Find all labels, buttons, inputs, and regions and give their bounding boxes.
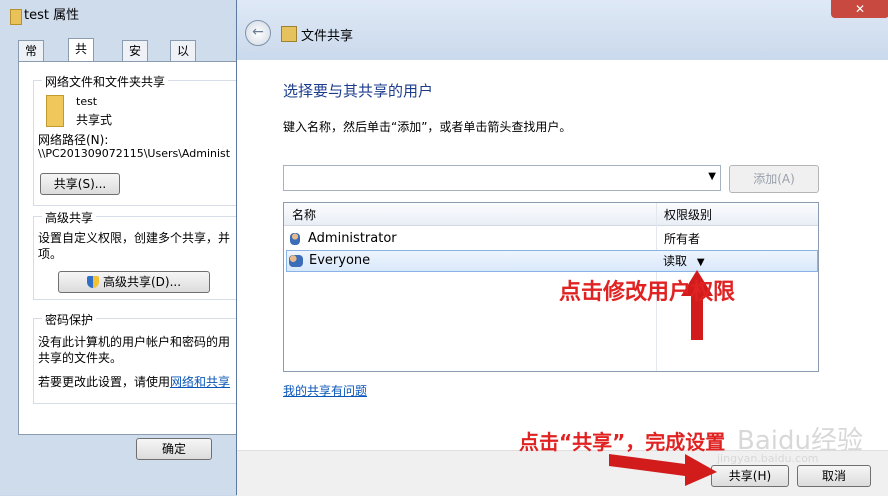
- password-protection-section: 密码保护 没有此计算机的用户帐户和密码的用 共享的文件夹。 若要更改此设置，请使…: [33, 311, 241, 404]
- password-text-2: 共享的文件夹。: [38, 351, 123, 365]
- watermark-url: jingyan.baidu.com: [717, 452, 819, 465]
- cancel-button[interactable]: 取消: [797, 465, 871, 487]
- arrow-right-annotation: [609, 454, 717, 486]
- advanced-sharing-section: 高级共享 设置自定义权限，创建多个共享，并 项。 高级共享(D)...: [33, 209, 241, 300]
- list-header: 名称 权限级别: [284, 203, 818, 226]
- sharing-panel: 网络文件和文件夹共享 test 共享式 网络路径(N): \\PC2013090…: [18, 61, 242, 435]
- column-header-name[interactable]: 名称: [292, 206, 316, 223]
- folder-status: 共享式: [76, 113, 113, 127]
- tab-sharing[interactable]: 共享: [68, 38, 95, 76]
- advanced-description: 设置自定义权限，创建多个共享，并: [38, 231, 231, 245]
- wizard-titlebar: ← 文件共享 ✕: [237, 0, 888, 60]
- section-title: 网络文件和文件夹共享: [42, 73, 169, 90]
- user-permission-list: 名称 权限级别 Administrator 所有者 Everyone 读取 ▼: [283, 202, 819, 372]
- advanced-description-2: 项。: [38, 247, 63, 261]
- wizard-body: 选择要与其共享的用户 键入名称，然后单击“添加”，或者单击箭头查找用户。 ▼ 添…: [237, 60, 888, 450]
- sharing-problem-link[interactable]: 我的共享有问题: [283, 382, 367, 399]
- list-item[interactable]: Everyone 读取 ▼: [286, 250, 818, 272]
- window-title: test 属性: [8, 6, 79, 26]
- permission-level: 所有者: [664, 232, 701, 246]
- annotation-modify-permission: 点击修改用户权限: [559, 280, 736, 305]
- properties-window: test 属性 常规 共享 安全 以前的版本 网络文件和文件夹共享 test 共…: [0, 0, 251, 495]
- chevron-down-icon[interactable]: ▼: [708, 171, 716, 182]
- instruction-text: 键入名称，然后单击“添加”，或者单击箭头查找用户。: [283, 120, 572, 134]
- group-icon: [289, 255, 303, 267]
- user-name: Administrator: [308, 231, 397, 246]
- close-icon[interactable]: ✕: [831, 0, 888, 18]
- password-text-3: 若要更改此设置，请使用: [38, 375, 171, 389]
- ok-button[interactable]: 确定: [136, 438, 212, 460]
- user-name: Everyone: [309, 253, 371, 268]
- network-path-value: \\PC20130907​2115\Users\Administ: [38, 147, 231, 160]
- user-icon: [290, 233, 300, 245]
- caret-down-icon[interactable]: ▼: [697, 257, 705, 268]
- user-name-combobox[interactable]: ▼: [283, 165, 721, 191]
- network-path-label: 网络路径(N):: [38, 133, 109, 147]
- shield-icon: [86, 276, 99, 288]
- back-arrow-icon[interactable]: ←: [245, 20, 271, 46]
- file-sharing-wizard: ← 文件共享 ✕ 选择要与其共享的用户 键入名称，然后单击“添加”，或者单击箭头…: [236, 0, 888, 496]
- advanced-sharing-label: 高级共享(D)...: [102, 275, 182, 289]
- folder-name: test: [76, 95, 98, 108]
- section-title: 密码保护: [42, 311, 97, 328]
- password-text: 没有此计算机的用户帐户和密码的用: [38, 335, 231, 349]
- section-title: 高级共享: [42, 209, 97, 226]
- share-confirm-button[interactable]: 共享(H): [711, 465, 789, 487]
- permission-level: 读取: [663, 254, 688, 268]
- window-title-text: test 属性: [24, 8, 80, 23]
- network-sharing-section: 网络文件和文件夹共享 test 共享式 网络路径(N): \\PC2013090…: [33, 73, 241, 206]
- tab-general[interactable]: 常规: [18, 40, 45, 78]
- list-item[interactable]: Administrator 所有者: [286, 229, 816, 249]
- network-sharing-center-link[interactable]: 网络和共享: [170, 375, 230, 389]
- tab-previous-versions[interactable]: 以前的版本: [170, 40, 197, 138]
- advanced-sharing-button[interactable]: 高级共享(D)...: [58, 271, 210, 293]
- column-header-permission[interactable]: 权限级别: [664, 206, 712, 223]
- add-button[interactable]: 添加(A): [729, 165, 819, 193]
- share-button[interactable]: 共享(S)...: [40, 173, 120, 195]
- folder-icon: [46, 95, 64, 127]
- tab-security[interactable]: 安全: [122, 40, 149, 78]
- wizard-title: 文件共享: [301, 29, 354, 44]
- share-folder-icon: [281, 26, 297, 42]
- page-heading: 选择要与其共享的用户: [283, 82, 434, 100]
